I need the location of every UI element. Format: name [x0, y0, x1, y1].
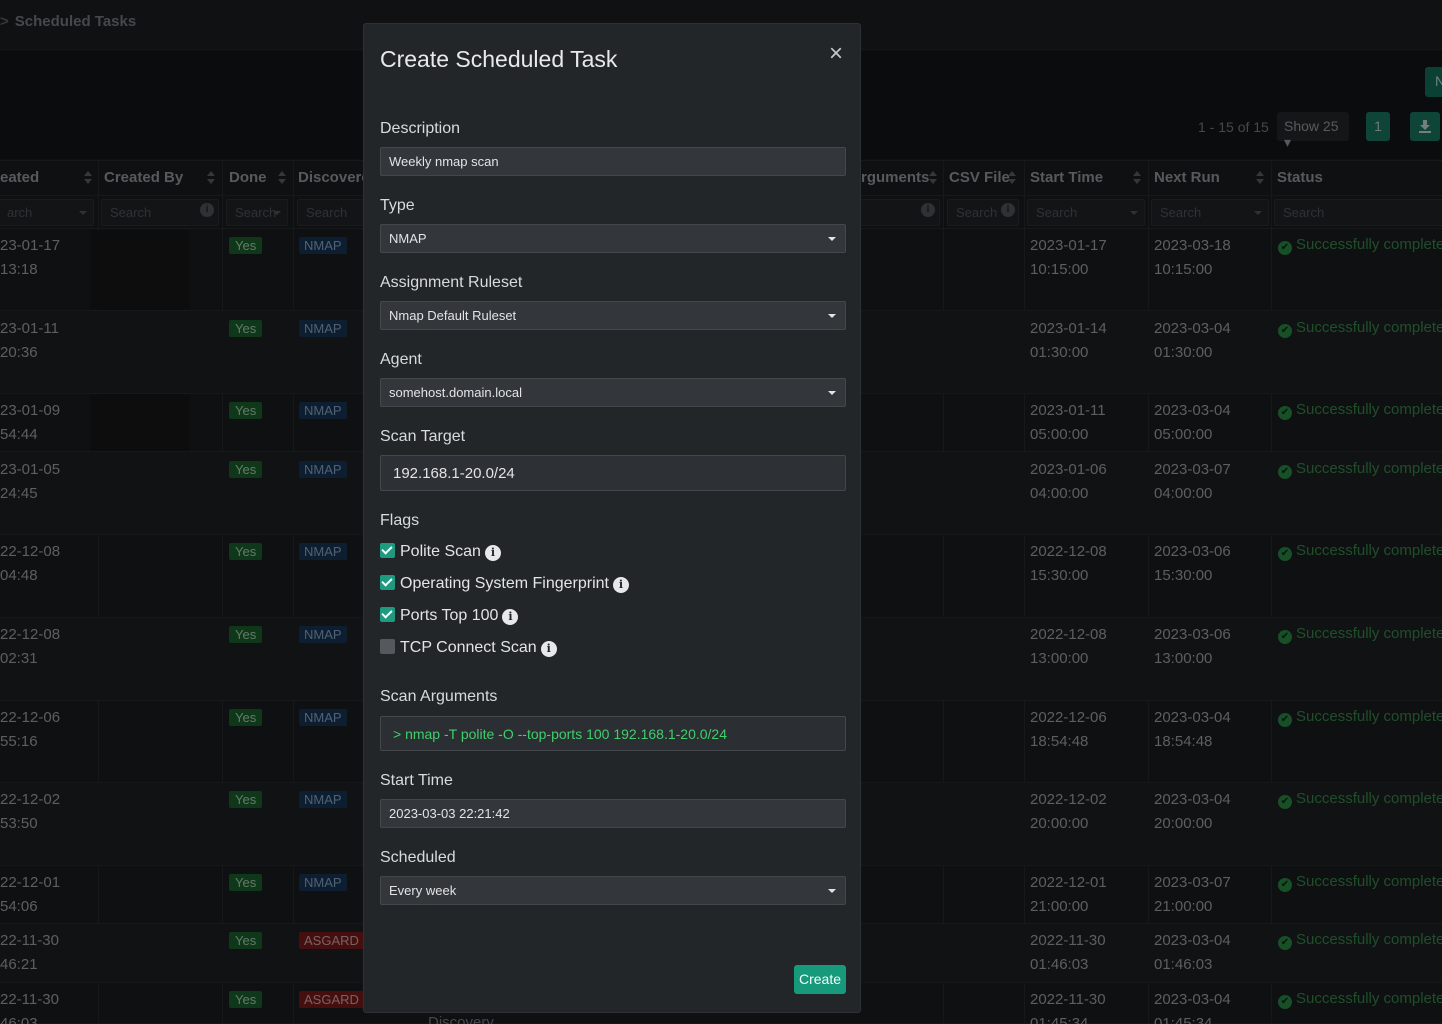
scheduled-select[interactable]: Every week: [380, 876, 846, 905]
scan-arguments-preview: > nmap -T polite -O --top-ports 100 192.…: [380, 716, 846, 751]
description-label: Description: [380, 120, 461, 137]
description-field[interactable]: Weekly nmap scan: [380, 147, 846, 176]
info-icon[interactable]: i: [484, 545, 501, 561]
ruleset-label: Assignment Ruleset: [380, 274, 523, 291]
close-icon[interactable]: ×: [829, 40, 843, 68]
flag-polite-scan[interactable]: Polite Scan i: [380, 543, 501, 561]
agent-label: Agent: [380, 351, 422, 368]
flag-label: Operating System Fingerprint: [400, 575, 609, 592]
checkbox-checked[interactable]: [380, 575, 395, 590]
flag-label: Ports Top 100: [400, 607, 499, 624]
type-select[interactable]: NMAP: [380, 224, 846, 253]
info-icon[interactable]: i: [612, 577, 629, 593]
flags-label: Flags: [380, 512, 420, 529]
scheduled-label: Scheduled: [380, 849, 456, 866]
checkbox-checked[interactable]: [380, 607, 395, 622]
info-icon[interactable]: i: [502, 609, 519, 625]
type-label: Type: [380, 197, 415, 214]
modal-title: Create Scheduled Task: [380, 46, 618, 72]
checkbox-unchecked[interactable]: [380, 639, 395, 654]
create-task-modal: Create Scheduled Task × Description Week…: [363, 23, 861, 1013]
flag-tcp-connect-scan[interactable]: TCP Connect Scan i: [380, 639, 557, 657]
start-time-field[interactable]: 2023-03-03 22:21:42: [380, 799, 846, 828]
scan-arguments-label: Scan Arguments: [380, 688, 498, 705]
scan-target-label: Scan Target: [380, 428, 466, 445]
flag-label: TCP Connect Scan: [400, 639, 537, 656]
agent-select[interactable]: somehost.domain.local: [380, 378, 846, 407]
ruleset-select[interactable]: Nmap Default Ruleset: [380, 301, 846, 330]
flag-label: Polite Scan: [400, 543, 481, 560]
info-icon[interactable]: i: [540, 641, 557, 657]
scan-target-field[interactable]: 192.168.1-20.0/24: [380, 455, 846, 491]
start-time-label: Start Time: [380, 772, 453, 789]
flag-ports-top-100[interactable]: Ports Top 100 i: [380, 607, 519, 625]
create-button[interactable]: Create: [794, 965, 846, 994]
flag-os-fingerprint[interactable]: Operating System Fingerprint i: [380, 575, 629, 593]
checkbox-checked[interactable]: [380, 543, 395, 558]
